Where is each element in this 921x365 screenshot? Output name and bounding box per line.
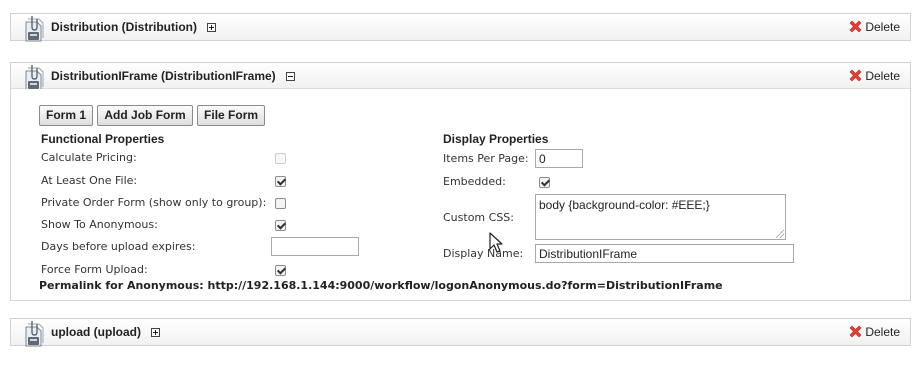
panel-title: DistributionIFrame (DistributionIFrame) <box>51 69 276 83</box>
custom-css-value: body {background-color: #EEE;} <box>539 198 710 212</box>
red-x-icon <box>848 68 863 83</box>
panel-distribution: Distribution (Distribution) Delete <box>10 13 911 41</box>
resize-handle-icon[interactable] <box>776 230 784 238</box>
private-order-form-label: Private Order Form (show only to group): <box>41 196 267 209</box>
delete-label: Delete <box>865 20 900 34</box>
document-stack-icon <box>23 13 45 43</box>
form-tab-row: Form 1 Add Job Form File Form <box>39 105 266 126</box>
days-before-upload-expires-input[interactable] <box>271 237 359 256</box>
embedded-label: Embedded: <box>443 175 506 188</box>
mouse-pointer-icon <box>489 232 503 253</box>
red-x-icon <box>848 19 863 34</box>
custom-css-textarea[interactable]: body {background-color: #EEE;} <box>535 194 786 240</box>
expand-plus-icon[interactable] <box>150 328 160 337</box>
at-least-one-file-checkbox[interactable] <box>275 176 286 187</box>
force-form-upload-label: Force Form Upload: <box>41 263 148 276</box>
panel-title-wrap: DistributionIFrame (DistributionIFrame) <box>51 69 295 83</box>
items-per-page-input[interactable]: 0 <box>535 149 583 168</box>
delete-label: Delete <box>865 325 900 339</box>
collapse-minus-icon[interactable] <box>285 72 295 81</box>
panel-title: Distribution (Distribution) <box>51 20 197 34</box>
panel-title: upload (upload) <box>51 325 141 339</box>
panel-header: Distribution (Distribution) Delete <box>11 14 910 40</box>
delete-button[interactable]: Delete <box>848 324 900 339</box>
at-least-one-file-label: At Least One File: <box>41 174 138 187</box>
document-stack-icon <box>23 62 45 92</box>
delete-label: Delete <box>865 69 900 83</box>
panel-header: DistributionIFrame (DistributionIFrame) … <box>11 63 910 89</box>
panel-body: Form 1 Add Job Form File Form Functional… <box>11 89 910 300</box>
panel-distribution-iframe: DistributionIFrame (DistributionIFrame) … <box>10 62 911 301</box>
show-to-anonymous-checkbox[interactable] <box>275 220 286 231</box>
days-before-upload-expires-label: Days before upload expires: <box>41 240 196 253</box>
panel-title-wrap: Distribution (Distribution) <box>51 20 216 34</box>
force-form-upload-checkbox[interactable] <box>275 265 286 276</box>
custom-css-label: Custom CSS: <box>443 211 514 224</box>
permalink-url[interactable]: http://192.168.1.144:9000/workflow/logon… <box>208 279 723 292</box>
document-stack-icon <box>23 318 45 348</box>
delete-button[interactable]: Delete <box>848 68 900 83</box>
expand-plus-icon[interactable] <box>206 23 216 32</box>
items-per-page-label: Items Per Page: <box>443 152 529 165</box>
red-x-icon <box>848 324 863 339</box>
calculate-pricing-label: Calculate Pricing: <box>41 151 137 164</box>
functional-properties-heading: Functional Properties <box>41 132 165 146</box>
file-form-button[interactable]: File Form <box>197 105 266 126</box>
permalink-label: Permalink for Anonymous: <box>39 279 204 292</box>
add-job-form-button[interactable]: Add Job Form <box>97 105 193 126</box>
private-order-form-checkbox[interactable] <box>275 198 286 209</box>
display-properties-heading: Display Properties <box>443 132 549 146</box>
delete-button[interactable]: Delete <box>848 19 900 34</box>
panel-title-wrap: upload (upload) <box>51 325 160 339</box>
display-name-input[interactable]: DistributionIFrame <box>535 244 794 263</box>
embedded-checkbox[interactable] <box>539 177 550 188</box>
panel-header: upload (upload) Delete <box>11 319 910 345</box>
display-name-label: Display Name: <box>443 247 524 260</box>
panel-upload: upload (upload) Delete <box>10 318 911 346</box>
show-to-anonymous-label: Show To Anonymous: <box>41 218 158 231</box>
form-1-button[interactable]: Form 1 <box>39 105 94 126</box>
permalink-row: Permalink for Anonymous: http://192.168.… <box>39 279 723 292</box>
calculate-pricing-checkbox[interactable] <box>275 153 286 164</box>
